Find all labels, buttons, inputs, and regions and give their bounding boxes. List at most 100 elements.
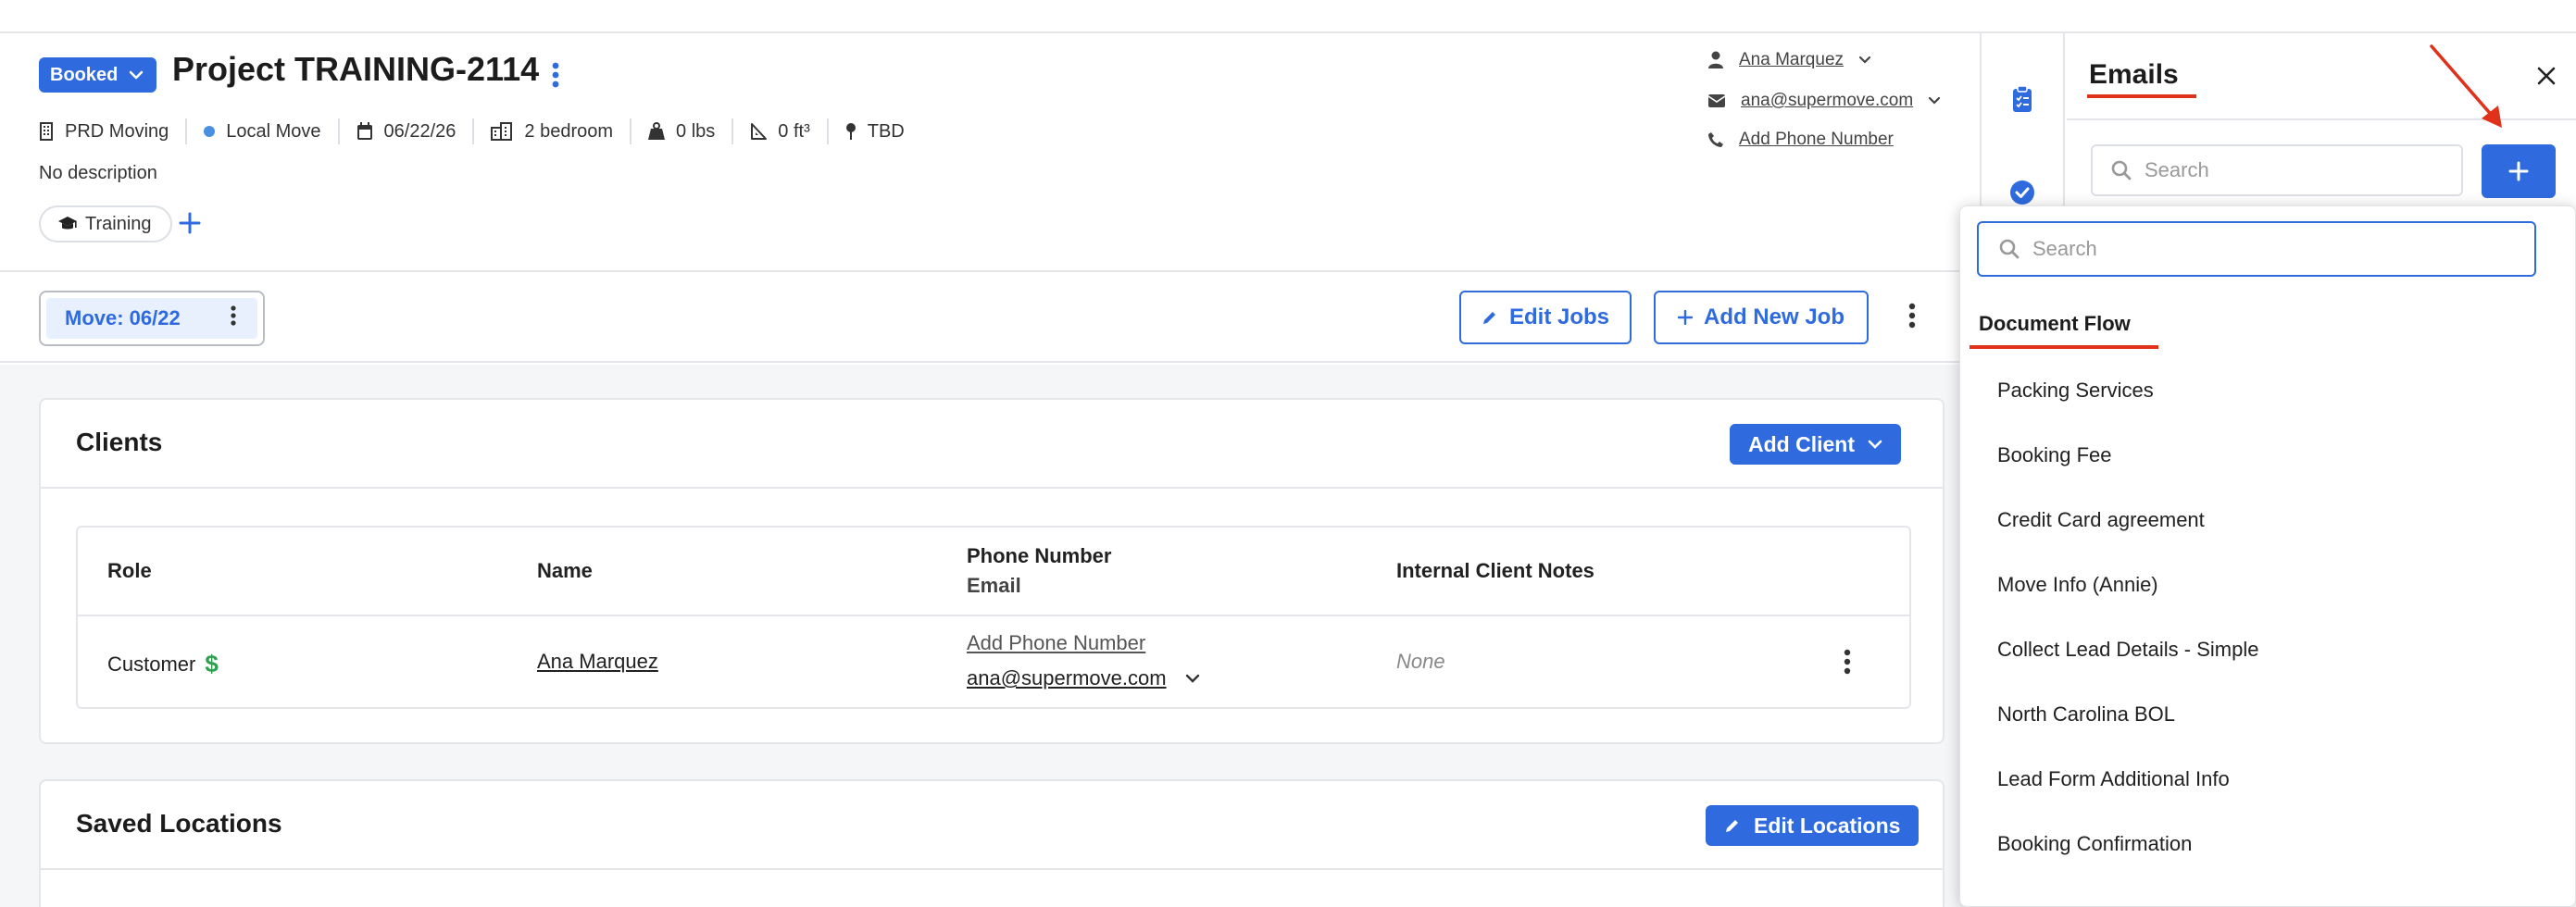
- organization-label: PRD Moving: [65, 120, 169, 142]
- client-notes: None: [1396, 650, 1445, 673]
- chevron-down-icon: [130, 70, 144, 80]
- meta-move-type: Local Move: [185, 118, 337, 144]
- pencil-icon: [1726, 820, 1738, 832]
- col-name: Name: [537, 559, 593, 582]
- emails-search-input[interactable]: Search: [2091, 144, 2463, 196]
- edit-locations-button[interactable]: Edit Locations: [1706, 805, 1919, 846]
- client-email-link[interactable]: ana@supermove.com: [967, 666, 1167, 690]
- check-circle-icon[interactable]: [2009, 180, 2035, 205]
- bedrooms-label: 2 bedroom: [524, 120, 614, 142]
- dropdown-item[interactable]: Lead Form Additional Info: [1997, 767, 2230, 791]
- envelope-icon: [1707, 94, 1726, 107]
- document-flow-dropdown: Search Document Flow Packing Services Bo…: [1959, 205, 2576, 907]
- add-new-job-button[interactable]: Add New Job: [1654, 291, 1869, 344]
- tag-training[interactable]: Training: [39, 205, 172, 242]
- meta-bedrooms: 2 bedroom: [472, 118, 630, 144]
- dropdown-search-input[interactable]: Search: [1977, 221, 2536, 277]
- move-tab-label-wrap[interactable]: Move: 06/22: [46, 298, 257, 339]
- chevron-down-icon[interactable]: [1858, 56, 1871, 65]
- heading-annotation-underline: [1970, 345, 2158, 349]
- volume-label: 0 ft³: [778, 120, 810, 142]
- location-label: TBD: [867, 120, 905, 142]
- contact-email-link[interactable]: ana@supermove.com: [1741, 91, 1913, 111]
- client-name-link[interactable]: Ana Marquez: [537, 650, 658, 674]
- clients-card: Clients Add Client Role Name Phone Numbe…: [39, 398, 1945, 744]
- user-icon: [1708, 51, 1723, 68]
- edit-jobs-button[interactable]: Edit Jobs: [1459, 291, 1632, 344]
- move-options-kebab-icon[interactable]: [1907, 302, 1917, 329]
- contact-email-row[interactable]: ana@supermove.com: [1707, 91, 1941, 111]
- add-client-button[interactable]: Add Client: [1730, 424, 1901, 465]
- saved-locations-card: Saved Locations Edit Locations: [39, 779, 1945, 907]
- clients-title: Clients: [76, 428, 163, 456]
- project-options-kebab-icon[interactable]: [550, 61, 561, 89]
- col-role: Role: [107, 559, 152, 582]
- chevron-down-icon[interactable]: [1928, 96, 1941, 106]
- pin-icon: [845, 123, 856, 140]
- search-icon: [1999, 239, 2020, 259]
- annotation-arrow-icon: [2426, 41, 2509, 133]
- dropdown-item[interactable]: Packing Services: [1997, 379, 2154, 403]
- move-type-label: Local Move: [226, 120, 321, 142]
- contact-name-link[interactable]: Ana Marquez: [1739, 50, 1844, 70]
- pencil-icon: [1482, 312, 1495, 324]
- status-label: Booked: [50, 64, 119, 85]
- col-notes: Internal Client Notes: [1396, 559, 1594, 582]
- client-role: Customer: [107, 652, 196, 676]
- col-phone: Phone Number: [967, 544, 1112, 567]
- move-tab[interactable]: Move: 06/22: [39, 291, 265, 346]
- tag-label: Training: [85, 213, 152, 234]
- move-bar: Move: 06/22 Edit Jobs Add New Job: [0, 274, 1980, 363]
- weight-icon: [648, 122, 666, 140]
- client-role-cell: Customer $: [107, 650, 219, 678]
- project-meta-row: PRD Moving Local Move 06/22/26 2 bedroom…: [39, 117, 921, 146]
- phone-icon: [1708, 132, 1723, 147]
- clipboard-icon[interactable]: [2011, 85, 2033, 113]
- search-icon: [2111, 160, 2132, 180]
- client-row-kebab-icon[interactable]: [1843, 648, 1852, 676]
- saved-locations-title: Saved Locations: [76, 809, 282, 838]
- client-email-cell[interactable]: ana@supermove.com: [967, 666, 1200, 690]
- contact-phone-row[interactable]: Add Phone Number: [1707, 130, 1894, 150]
- dollar-icon: $: [205, 650, 219, 677]
- add-email-button[interactable]: [2482, 144, 2556, 198]
- meta-location: TBD: [826, 118, 921, 144]
- edit-jobs-label: Edit Jobs: [1508, 304, 1609, 329]
- emails-title: Emails: [2089, 59, 2179, 90]
- dropdown-item[interactable]: Booking Confirmation: [1997, 832, 2192, 856]
- col-email: Email: [967, 574, 1021, 597]
- ruler-triangle-icon: [751, 123, 768, 140]
- plus-icon: [2508, 161, 2529, 181]
- edit-locations-label: Edit Locations: [1754, 813, 1901, 838]
- meta-weight: 0 lbs: [630, 118, 732, 144]
- add-new-job-label: Add New Job: [1703, 304, 1844, 329]
- project-header: Booked Project TRAINING-2114 PRD Moving …: [0, 33, 1980, 272]
- clients-table: Role Name Phone Number Email Internal Cl…: [76, 526, 1911, 709]
- meta-date: 06/22/26: [337, 118, 473, 144]
- dropdown-item[interactable]: Move Info (Annie): [1997, 573, 2158, 597]
- move-tab-kebab-icon[interactable]: [230, 304, 237, 328]
- dropdown-item[interactable]: Credit Card agreement: [1997, 508, 2205, 532]
- emails-title-annotation-underline: [2087, 94, 2196, 98]
- dropdown-search-placeholder: Search: [2032, 237, 2097, 260]
- status-dropdown[interactable]: Booked: [39, 57, 157, 93]
- main-content: Clients Add Client Role Name Phone Numbe…: [0, 365, 1980, 907]
- table-row: Customer $ Ana Marquez Add Phone Number …: [78, 616, 1909, 709]
- dropdown-item[interactable]: Booking Fee: [1997, 443, 2112, 467]
- close-icon[interactable]: [2537, 67, 2556, 85]
- project-description: No description: [39, 163, 157, 183]
- dropdown-item[interactable]: North Carolina BOL: [1997, 702, 2175, 727]
- chevron-down-icon[interactable]: [1185, 674, 1200, 683]
- clients-divider: [41, 487, 1943, 489]
- client-add-phone-link[interactable]: Add Phone Number: [967, 631, 1145, 655]
- contact-name-row[interactable]: Ana Marquez: [1707, 50, 1871, 70]
- top-strip: [0, 0, 2576, 33]
- project-title: Project TRAINING-2114: [172, 50, 540, 88]
- city-icon: [491, 122, 513, 141]
- add-tag-plus-icon[interactable]: [178, 211, 202, 235]
- dropdown-item[interactable]: Collect Lead Details - Simple: [1997, 638, 2258, 662]
- meta-organization: PRD Moving: [39, 118, 185, 144]
- add-phone-number-link[interactable]: Add Phone Number: [1739, 130, 1894, 150]
- add-client-label: Add Client: [1748, 431, 1855, 456]
- building-icon: [40, 122, 53, 141]
